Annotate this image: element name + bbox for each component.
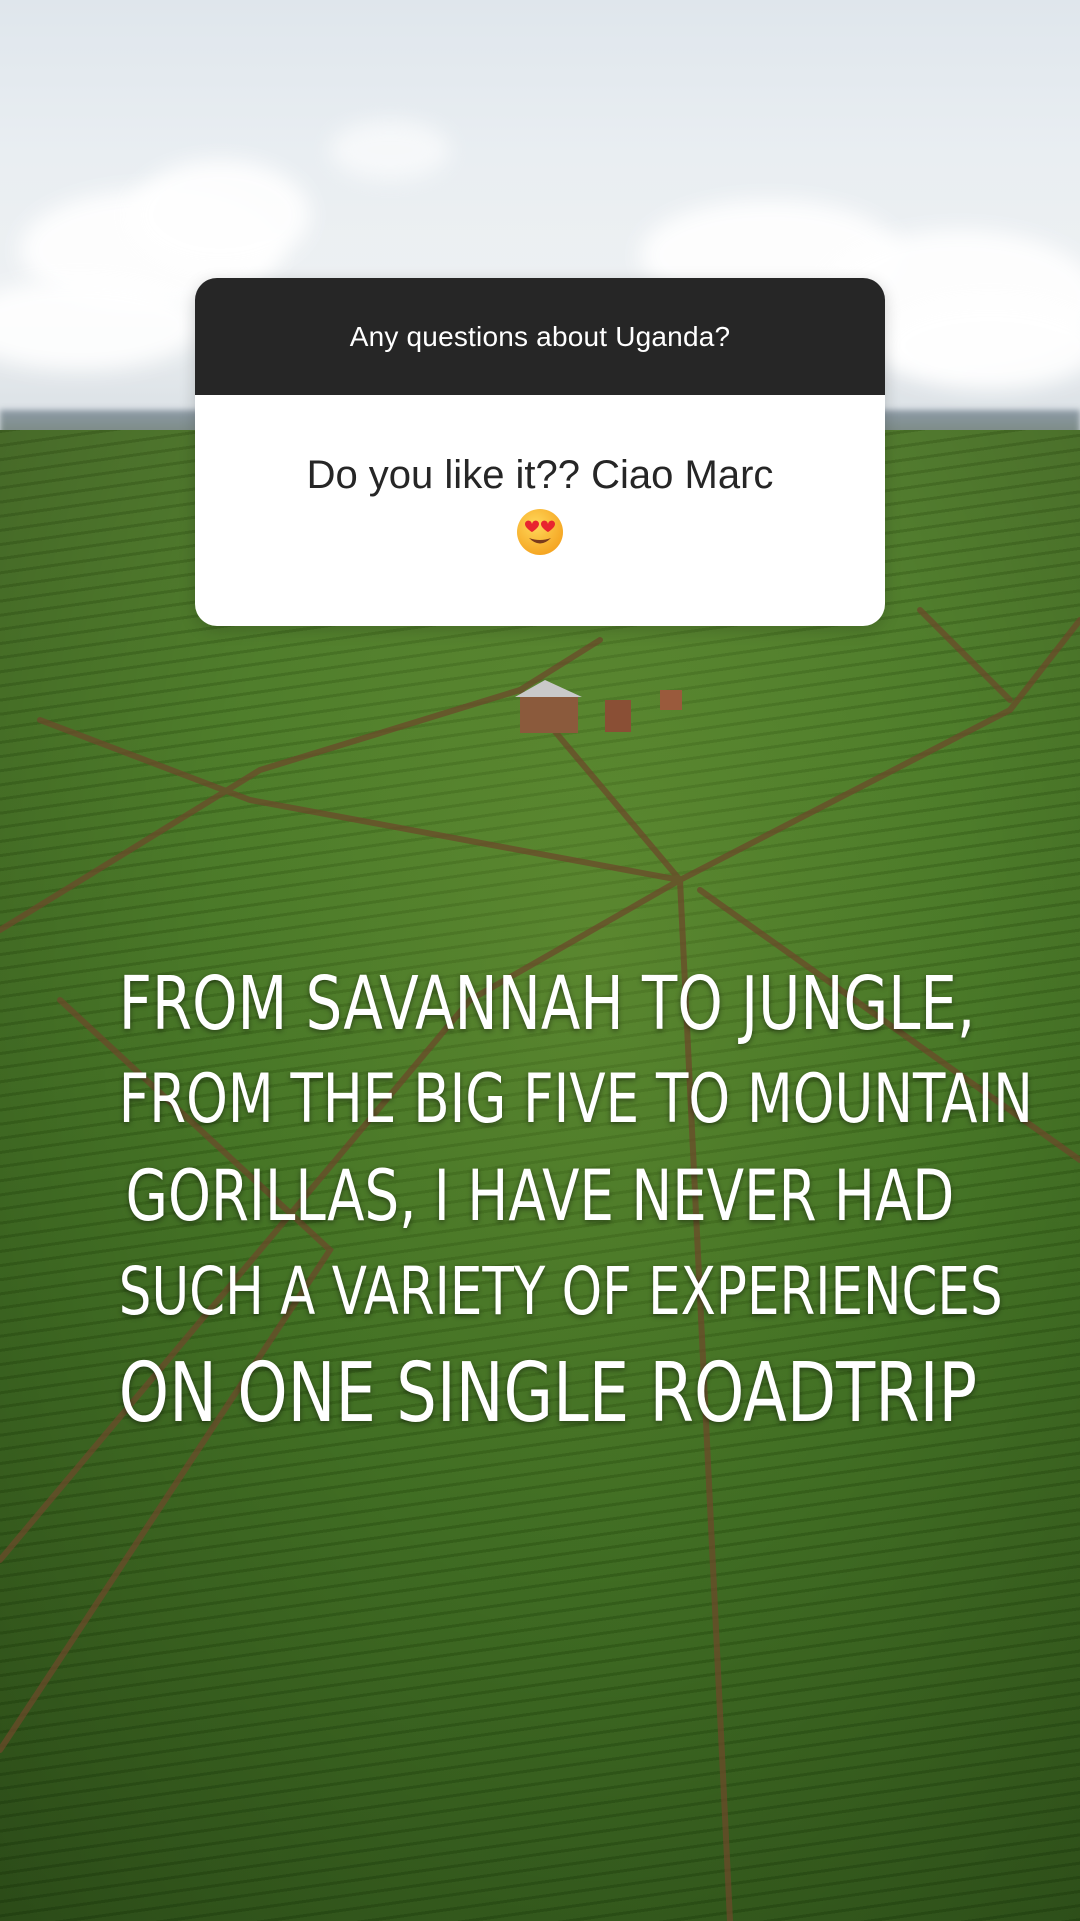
caption-line-4: SUCH A VARIETY OF EXPERIENCES <box>118 1253 1003 1330</box>
story-caption: FROM SAVANNAH TO JUNGLE, FROM THE BIG FI… <box>0 956 1080 1448</box>
heart-eyes-emoji-icon <box>515 507 565 557</box>
path-line <box>1007 617 1080 713</box>
path-line <box>37 717 683 883</box>
path-line <box>917 607 1013 703</box>
building <box>520 695 578 733</box>
caption-line-1: FROM SAVANNAH TO JUNGLE, <box>118 961 976 1047</box>
path-line <box>517 637 603 693</box>
question-sticker[interactable]: Any questions about Uganda? Do you like … <box>195 278 885 626</box>
farm-buildings <box>515 680 682 733</box>
building <box>605 700 631 732</box>
path-line <box>0 687 523 933</box>
building <box>660 690 682 710</box>
caption-line-5: ON ONE SINGLE ROADTRIP <box>118 1346 978 1441</box>
question-answer-area: Do you like it?? Ciao Marc <box>195 395 885 626</box>
answer-text: Do you like it?? Ciao Marc <box>306 452 774 497</box>
question-prompt: Any questions about Uganda? <box>195 278 885 395</box>
caption-line-3: GORILLAS, I HAVE NEVER HAD <box>125 1155 955 1237</box>
path-line <box>677 707 1013 883</box>
caption-line-2: FROM THE BIG FIVE TO MOUNTAIN <box>118 1060 1033 1139</box>
